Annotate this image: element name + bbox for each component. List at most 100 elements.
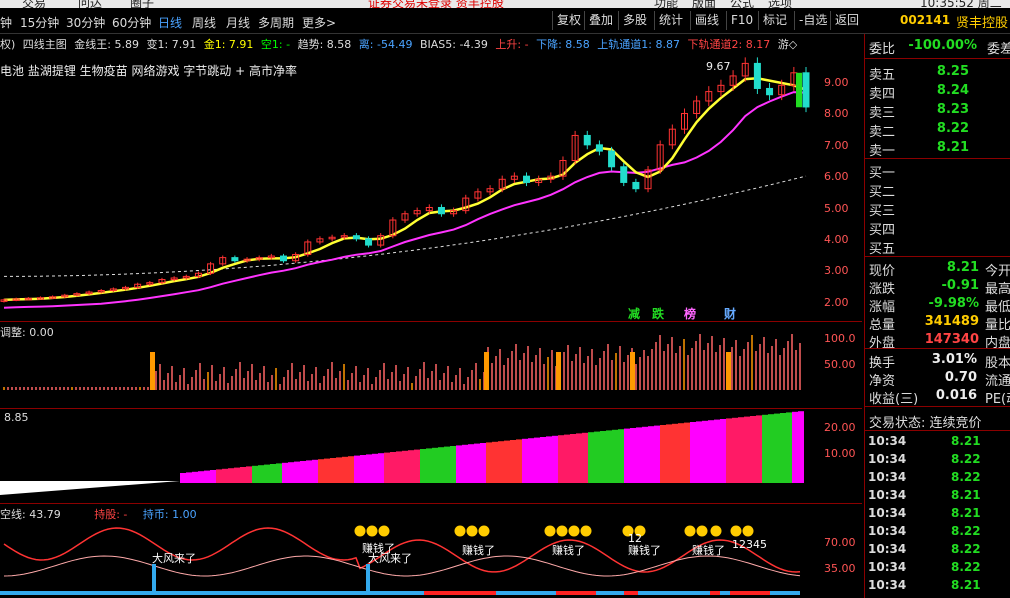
color-bar — [420, 449, 426, 483]
candle-body — [608, 150, 616, 168]
adjust-panel[interactable]: 调整: 0.00 100.0 50.00 — [0, 322, 862, 409]
bottom-strip — [0, 591, 800, 595]
color-bar — [444, 446, 450, 483]
btn-diejia[interactable]: 叠加 — [584, 11, 617, 30]
period-day[interactable]: 日线 — [158, 14, 182, 31]
color-bar — [762, 414, 768, 483]
menu-xuanxiang[interactable]: 选项 — [768, 0, 792, 8]
tick-row: 10:34 8.22 — [865, 524, 1010, 542]
btn-biaoji[interactable]: 标记 — [758, 11, 791, 30]
color-bar — [660, 425, 666, 483]
menu-wenda[interactable]: 问达 — [78, 0, 102, 8]
strip-red — [730, 591, 770, 595]
btn-fuquan[interactable]: 复权 — [552, 11, 585, 30]
color-bar — [540, 437, 546, 483]
smiley-icon — [556, 525, 568, 537]
period-multi[interactable]: 多周期 — [258, 14, 294, 31]
stat2-extra: 流通 — [985, 374, 1010, 389]
sell-row: 卖五 8.25 — [867, 64, 1010, 83]
period-60min[interactable]: 60分钟 — [112, 14, 151, 31]
candle-body — [523, 175, 531, 183]
buy-label: 买三 — [869, 204, 896, 219]
btn-zixuan[interactable]: -自选 — [794, 11, 831, 30]
buy-row: 买四 — [867, 219, 1010, 238]
signal-label: 12 — [628, 532, 642, 545]
tick-row: 10:34 8.21 — [865, 506, 1010, 524]
trade-status: 交易状态: 连续竞价 — [867, 412, 1010, 431]
sell-row: 卖三 8.23 — [867, 102, 1010, 121]
tag-jian: 减 — [628, 307, 641, 321]
stat2-extra: PE(动) — [985, 392, 1010, 407]
sell-price: 8.24 — [936, 83, 969, 98]
period-more[interactable]: 更多> — [302, 14, 336, 31]
period-15min[interactable]: 15分钟 — [20, 14, 59, 31]
color-bar — [612, 429, 618, 483]
y-tick: 100.0 — [824, 332, 856, 345]
stat-row: 涨跌 -0.91 最高 — [867, 278, 1010, 297]
menu-login-status[interactable]: 证券交易未登录 资丰控股 — [368, 0, 504, 8]
color-bar — [438, 447, 444, 483]
menu-quanzi[interactable]: 圈子 — [130, 0, 154, 8]
adjust-highlight — [726, 352, 731, 390]
menu-gongshi[interactable]: 公式 — [730, 0, 754, 8]
color-bar — [384, 452, 390, 483]
stat2-row: 换手 3.01% 股本 — [867, 352, 1010, 371]
period-30min[interactable]: 30分钟 — [66, 14, 105, 31]
candle-body — [632, 181, 640, 190]
buy-row: 买三 — [867, 200, 1010, 219]
candle-body — [279, 255, 287, 262]
signal-label: 赚钱了 — [362, 542, 395, 555]
stat-row: 现价 8.21 今开 — [867, 260, 1010, 279]
tick-price: 8.22 — [951, 542, 981, 556]
menu-trade[interactable]: 交易 — [22, 0, 46, 8]
tick-time: 10:34 — [868, 452, 907, 466]
color-bar — [192, 471, 198, 483]
stat2-row: 净资 0.70 流通 — [867, 370, 1010, 389]
tick-price: 8.22 — [951, 452, 981, 466]
smiley-icon — [354, 525, 366, 537]
tick-time: 10:34 — [868, 506, 907, 520]
period-week[interactable]: 周线 — [192, 14, 216, 31]
tick-price: 8.22 — [951, 524, 981, 538]
btn-f10[interactable]: F10 — [726, 11, 757, 30]
color-bar — [324, 458, 330, 483]
smiley-icon — [378, 525, 390, 537]
btn-huaxian[interactable]: 画线 — [690, 11, 723, 30]
stat-row: 涨幅 -9.98% 最低 — [867, 296, 1010, 315]
period-month[interactable]: 月线 — [226, 14, 250, 31]
clock: 10:35:52 周二 — [920, 0, 1002, 8]
candle-body — [802, 72, 810, 108]
color-bar — [642, 426, 648, 483]
sell-label: 卖三 — [869, 106, 896, 121]
ma-long-line — [4, 175, 807, 277]
price-chart-panel[interactable]: 权) 四线主图 金线王: 5.89 变1: 7.91 金1: 7.91 空1: … — [0, 34, 862, 322]
menu-banmian[interactable]: 版面 — [692, 0, 716, 8]
btn-duogu[interactable]: 多股 — [618, 11, 651, 30]
buy-row: 买五 — [867, 238, 1010, 257]
menu-gongneng[interactable]: 功能 — [654, 0, 678, 8]
stat-label: 涨幅 — [869, 300, 896, 315]
color-bar — [738, 417, 744, 483]
bars-panel[interactable]: 8.85 20.00 10.00 — [0, 409, 862, 504]
btn-tongji[interactable]: 统计 — [654, 11, 687, 30]
price-chart-svg — [0, 57, 810, 309]
buy-label: 买一 — [869, 166, 896, 181]
color-bar — [396, 451, 402, 483]
color-bar — [522, 438, 528, 483]
holding-panel[interactable]: 空线: 43.79 持股: - 持币: 1.00 大风来了 大风来了 赚钱了 赚… — [0, 504, 862, 598]
btn-fanhui[interactable]: 返回 — [830, 11, 863, 30]
color-bar — [276, 463, 282, 483]
color-bar — [468, 444, 474, 483]
ticker-header: 002141 贤丰控股 — [866, 9, 1010, 33]
smiley-icon — [544, 525, 556, 537]
color-bar — [630, 428, 636, 483]
color-bar — [456, 445, 462, 483]
stat-extra: 量比 — [985, 318, 1010, 333]
stat-extra: 今开 — [985, 264, 1010, 279]
stat-value: 147340 — [924, 332, 979, 347]
strip-red — [710, 591, 720, 595]
period-min[interactable]: 钟 — [0, 14, 12, 31]
color-bar — [294, 461, 300, 483]
stat2-row: 收益(三) 0.016 PE(动) — [867, 388, 1010, 407]
signal-label: 12345 — [732, 538, 767, 551]
